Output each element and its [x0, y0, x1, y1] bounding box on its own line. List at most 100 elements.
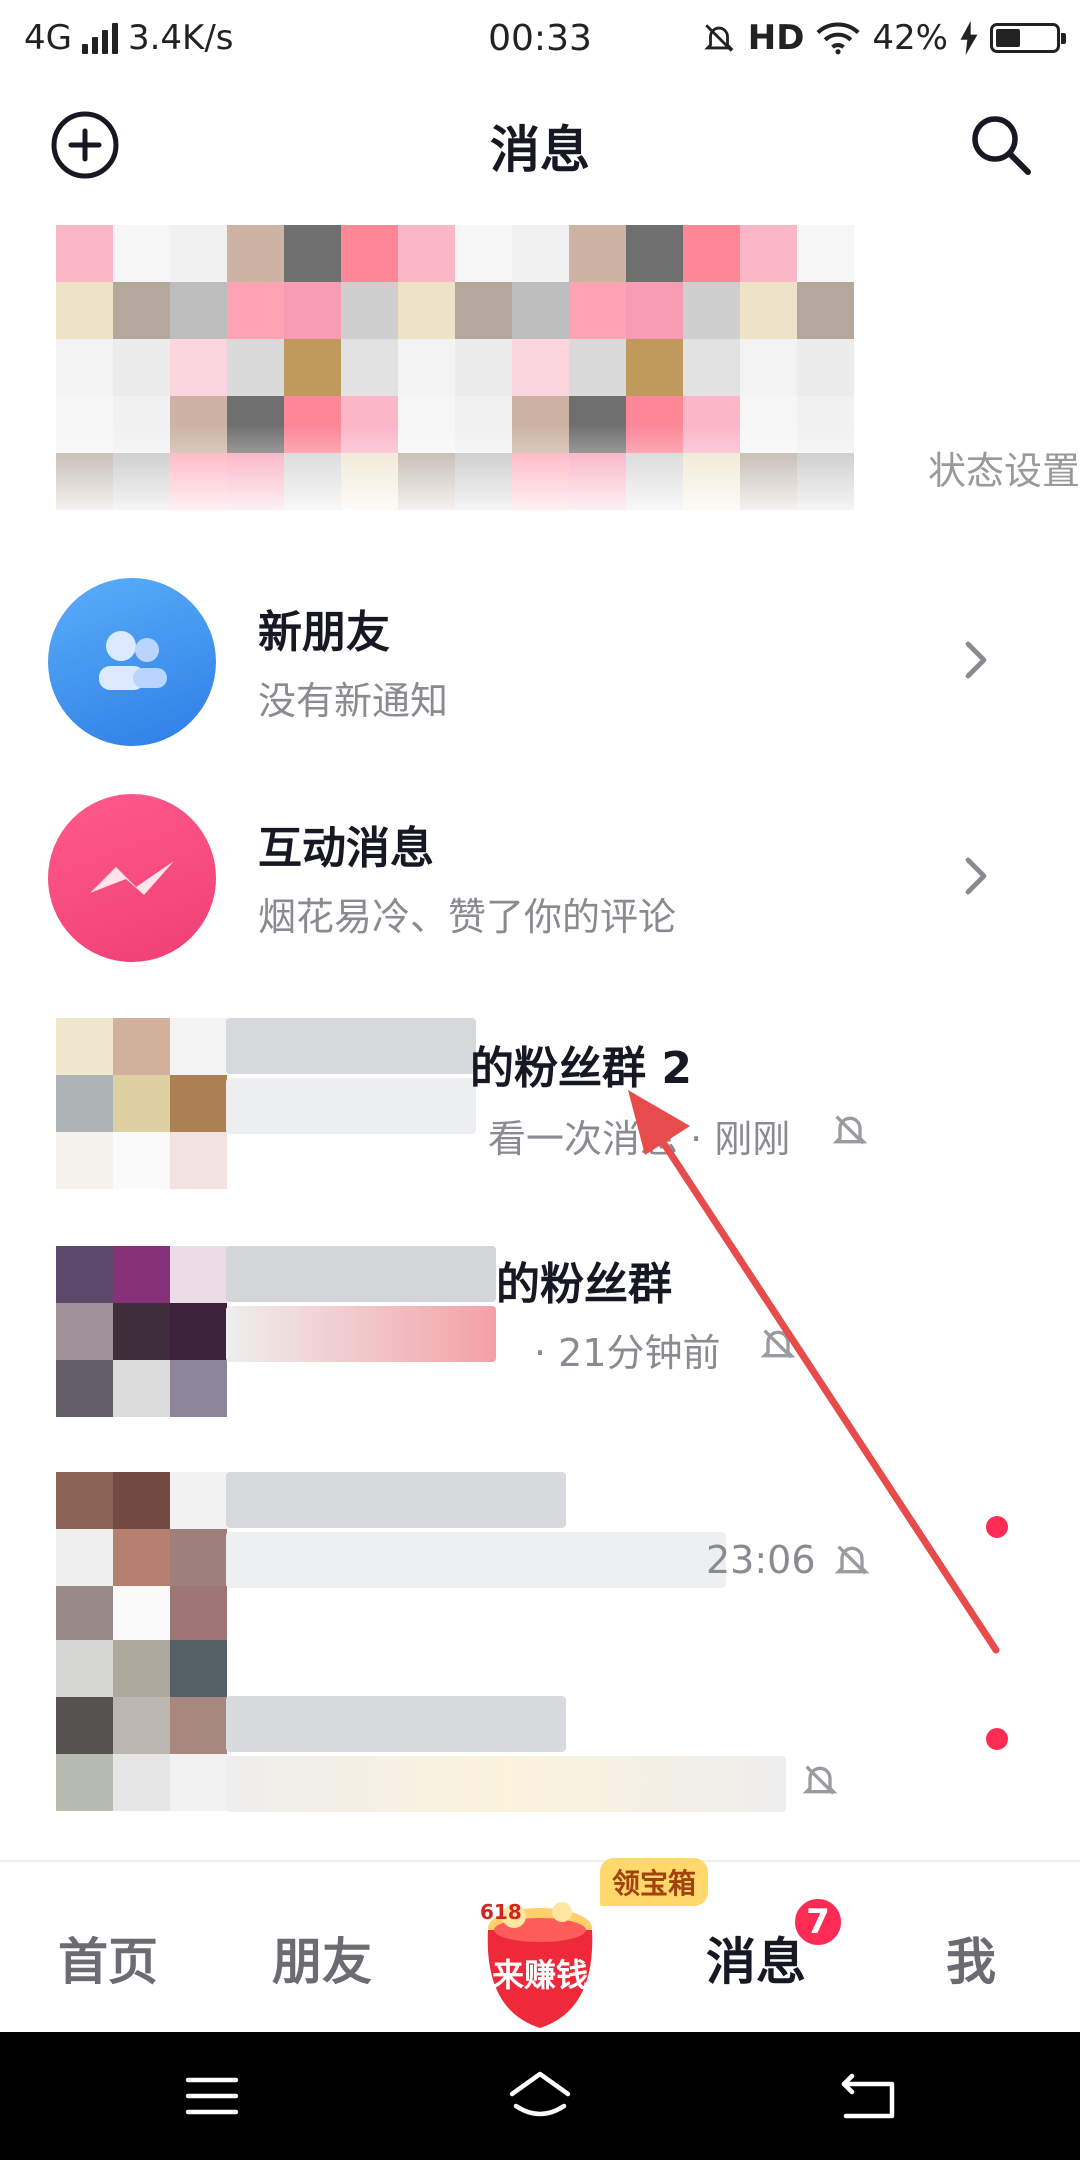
list-item-subtitle: 烟花易冷、赞了你的评论 [258, 895, 677, 939]
mosaic-cell [56, 1754, 113, 1811]
mosaic-cell [170, 1697, 227, 1754]
new-friends-avatar [48, 578, 216, 746]
search-icon [972, 116, 1031, 175]
mosaic-cell [170, 1303, 227, 1360]
mosaic-fade [0, 225, 1080, 510]
list-item-fan-group-2[interactable]: 的粉丝群 2 看一次消息 · 刚刚 [0, 1010, 1080, 1210]
status-right: HD 42% [702, 16, 1066, 60]
group-avatar [56, 1246, 227, 1417]
mute-bell-icon [703, 24, 734, 52]
mosaic-cell [56, 1132, 113, 1189]
mosaic-cell [113, 1246, 170, 1303]
badge-618: 618 [480, 1900, 522, 1924]
mosaic-cell [170, 1472, 227, 1529]
blurred-text [226, 1756, 786, 1812]
blurred-name [226, 1246, 496, 1302]
list-item-subtitle: 看一次消息 · 刚刚 [488, 1117, 791, 1161]
user-avatar [56, 1640, 227, 1811]
list-item-title: 新朋友 [258, 607, 390, 658]
chevron-right-icon [965, 857, 987, 895]
mosaic-cell [113, 1360, 170, 1417]
mosaic-cell [113, 1586, 170, 1643]
chevron-right-icon [965, 641, 987, 679]
wifi-icon [816, 22, 860, 55]
earn-money-label: 来赚钱 [491, 1956, 588, 1994]
list-item-title: 的粉丝群 2 [470, 1043, 692, 1094]
list-item-title: 互动消息 [258, 823, 434, 874]
menu-icon[interactable] [182, 2066, 242, 2126]
list-item-subtitle: · 21分钟前 [534, 1331, 721, 1375]
page-header: 消息 [0, 90, 1080, 190]
tab-me[interactable]: 我 [946, 1922, 996, 1994]
page-title: 消息 [490, 121, 590, 179]
mosaic-cell [113, 1018, 170, 1075]
status-setting-link[interactable]: 状态设置 [928, 440, 1080, 495]
mosaic-cell [56, 1303, 113, 1360]
mosaic-cell [56, 1472, 113, 1529]
mosaic-cell [56, 1246, 113, 1303]
mosaic-cell [170, 1075, 227, 1132]
mosaic-cell [113, 1754, 170, 1811]
earn-money-button[interactable]: 来赚钱 618 [466, 1890, 614, 2038]
mosaic-cell [113, 1132, 170, 1189]
list-item-title: 的粉丝群 [496, 1259, 672, 1310]
list-item-chat[interactable] [0, 1640, 1080, 1840]
mosaic-cell [113, 1303, 170, 1360]
blurred-name [226, 1696, 566, 1752]
mosaic-cell [113, 1472, 170, 1529]
zigzag-icon [90, 861, 174, 895]
messages-badge: 7 [792, 1896, 844, 1948]
mosaic-cell [56, 1018, 113, 1075]
blurred-name [226, 1472, 566, 1528]
blurred-name [226, 1018, 476, 1074]
status-time: 00:33 [488, 17, 592, 59]
list-item-chat[interactable]: 23:06 [0, 1442, 1080, 1643]
mosaic-cell [170, 1360, 227, 1417]
mute-bell-icon [802, 1765, 838, 1795]
hd-label: HD [747, 18, 805, 58]
mosaic-cell [113, 1529, 170, 1586]
mosaic-cell [170, 1529, 227, 1586]
mosaic-cell [170, 1640, 227, 1697]
list-item-new-friends[interactable]: 新朋友 没有新通知 [0, 560, 1080, 760]
search-button[interactable] [964, 108, 1038, 182]
home-icon[interactable] [506, 2066, 574, 2126]
status-bar: 4G 3.4K/s 00:33 HD 42% [0, 0, 1080, 76]
battery-percent: 42% [872, 18, 948, 58]
list-item-fan-group[interactable]: 的粉丝群 · 21分钟前 [0, 1226, 1080, 1426]
mosaic-cell [170, 1246, 227, 1303]
blurred-text [226, 1306, 496, 1362]
system-nav-bar [0, 2032, 1080, 2160]
mosaic-cell [113, 1697, 170, 1754]
mosaic-cell [170, 1132, 227, 1189]
battery-icon [990, 23, 1066, 53]
blurred-text [226, 1078, 476, 1134]
list-item-interactions[interactable]: 互动消息 烟花易冷、赞了你的评论 [0, 776, 1080, 976]
chest-tag[interactable]: 领宝箱 [600, 1858, 709, 1906]
group-avatar [56, 1018, 227, 1189]
tab-messages[interactable]: 消息 [706, 1922, 806, 1994]
mosaic-cell [113, 1640, 170, 1697]
mosaic-cell [56, 1697, 113, 1754]
mute-bell-icon [760, 1329, 796, 1359]
people-icon [99, 631, 167, 690]
charging-icon [960, 21, 978, 55]
mosaic-cell [56, 1529, 113, 1586]
mute-bell-icon [832, 1115, 868, 1145]
mute-bell-icon [834, 1545, 870, 1575]
mosaic-cell [56, 1360, 113, 1417]
interaction-avatar [48, 794, 216, 962]
list-item-time: 23:06 [706, 1538, 816, 1582]
tab-friends[interactable]: 朋友 [272, 1922, 372, 1994]
mosaic-cell [113, 1075, 170, 1132]
list-item-subtitle: 没有新通知 [258, 679, 449, 723]
mosaic-cell [170, 1586, 227, 1643]
unread-dot [986, 1728, 1008, 1750]
unread-dot [986, 1516, 1008, 1538]
mosaic-cell [170, 1754, 227, 1811]
mosaic-cell [170, 1018, 227, 1075]
blurred-status-panel[interactable] [0, 225, 1080, 510]
back-icon[interactable] [838, 2066, 898, 2126]
mosaic-cell [56, 1075, 113, 1132]
tab-home[interactable]: 首页 [58, 1922, 158, 1994]
